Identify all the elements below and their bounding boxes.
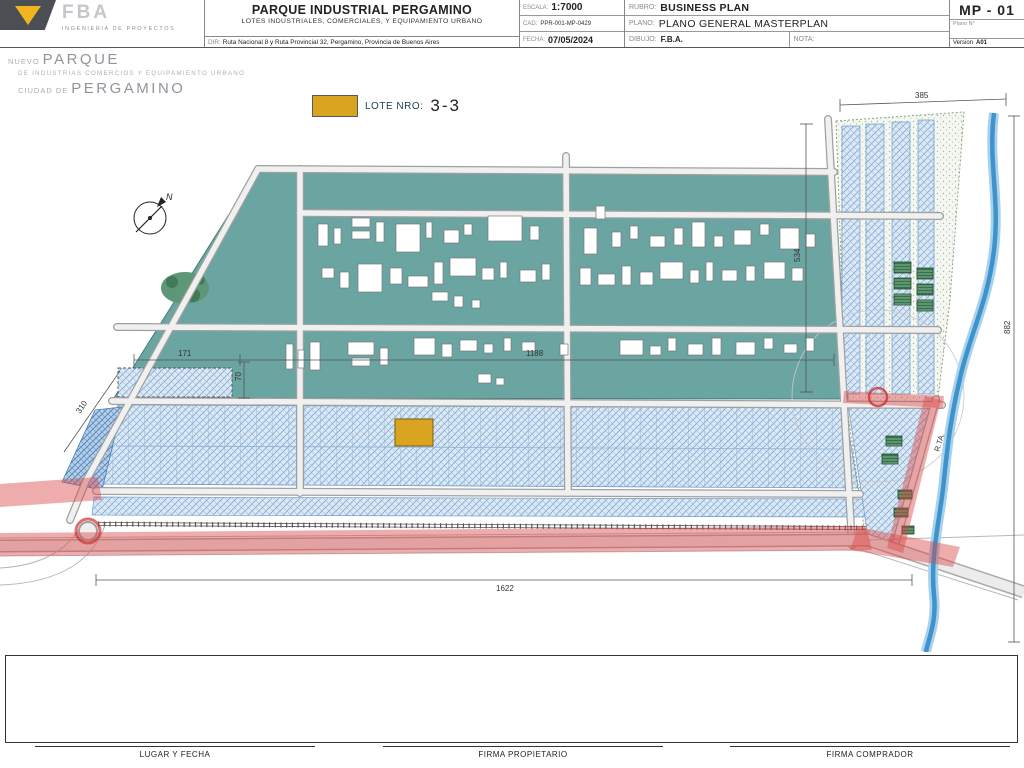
sheet-number: MP - 01 (950, 0, 1024, 20)
watermark-nuevo: NUEVO (8, 57, 40, 66)
title-block: FBA INGENIERIA DE PROYECTOS PARQUE INDUS… (0, 0, 1024, 48)
logo-brand: FBA (62, 2, 175, 24)
project-title-cell: PARQUE INDUSTRIAL PERGAMINO LOTES INDUST… (205, 0, 520, 47)
lot-legend-label: LOTE NRO: (365, 101, 423, 112)
industrial-zone (114, 168, 848, 399)
dim-1622: 1622 (496, 584, 514, 593)
north-compass-icon: N (134, 192, 173, 234)
dibujo-nota-row: DIBUJO: F.B.A. NOTA: (625, 32, 949, 47)
plano-label: PLANO: (629, 20, 655, 27)
dir-value: Ruta Nacional 8 y Ruta Provincial 32, Pe… (223, 39, 440, 46)
lot-legend: LOTE NRO: 3-3 (312, 95, 461, 117)
dim-882: 882 (1003, 320, 1012, 334)
dibujo-label: DIBUJO: (629, 36, 657, 43)
project-address: DIR:Ruta Nacional 8 y Ruta Provincial 32… (205, 36, 519, 47)
project-watermark: NUEVOPARQUE DE INDUSTRIAS COMERCIOS Y EQ… (8, 51, 245, 98)
info-cell: RUBRO: BUSINESS PLAN PLANO: PLANO GENERA… (625, 0, 950, 47)
dim-385: 385 (915, 91, 929, 100)
project-subtitle: LOTES INDUSTRIALES, COMERCIALES, Y EQUIP… (205, 18, 519, 25)
rubro-value: BUSINESS PLAN (660, 2, 749, 14)
lot-color-swatch (312, 95, 358, 117)
cad-value: PPR-001-MP-0429 (540, 21, 591, 27)
nota-half: NOTA: (789, 32, 950, 47)
signature-line-lugar-fecha: LUGAR Y FECHA (35, 746, 315, 759)
project-title: PARQUE INDUSTRIAL PERGAMINO (205, 0, 519, 17)
version-value: A01 (976, 40, 987, 46)
masterplan-sheet: FBA INGENIERIA DE PROYECTOS PARQUE INDUS… (0, 0, 1024, 768)
dibujo-value: F.B.A. (661, 35, 683, 44)
logo-block: FBA INGENIERIA DE PROYECTOS (0, 0, 205, 47)
watermark-line3: CIUDAD DEPERGAMINO (18, 80, 245, 98)
dim-1188: 1188 (526, 349, 544, 358)
dim-310: 310 (74, 399, 89, 416)
sheet-version-row: Version A01 (950, 38, 1024, 47)
highlight-lot-3-3 (395, 419, 433, 446)
fecha-value: 07/05/2024 (548, 35, 593, 45)
signature-line-comprador: FIRMA COMPRADOR (730, 746, 1010, 759)
watermark-ciudad-de: CIUDAD DE (18, 86, 68, 95)
sheet-cell: MP - 01 Plano N° Version A01 (950, 0, 1024, 47)
signature-box (5, 655, 1018, 743)
fecha-label: FECHA: (523, 37, 545, 43)
scale-row: ESCALA: 1:7000 (520, 0, 624, 16)
signature-line-propietario: FIRMA PROPIETARIO (383, 746, 663, 759)
fba-logo-icon (0, 0, 56, 30)
cad-row: CAD: PPR-001-MP-0429 (520, 16, 624, 32)
rubro-row: RUBRO: BUSINESS PLAN (625, 0, 949, 16)
escala-value: 1:7000 (551, 2, 582, 13)
nota-label: NOTA: (794, 36, 815, 43)
plano-row: PLANO: PLANO GENERAL MASTERPLAN (625, 16, 949, 32)
dibujo-half: DIBUJO: F.B.A. (625, 32, 785, 47)
watermark-pergamino: PERGAMINO (71, 80, 185, 97)
lot-legend-value: 3-3 (430, 96, 461, 116)
cad-label: CAD: (523, 21, 537, 27)
watermark-line2: DE INDUSTRIAS COMERCIOS Y EQUIPAMIENTO U… (18, 70, 245, 77)
logo-tagline: INGENIERIA DE PROYECTOS (62, 26, 175, 32)
sheet-plano-n-label: Plano N° (950, 20, 1024, 28)
plano-value: PLANO GENERAL MASTERPLAN (659, 18, 829, 30)
dim-70: 70 (234, 372, 243, 381)
version-label: Version (953, 40, 973, 46)
fecha-row: FECHA: 07/05/2024 (520, 32, 624, 47)
dim-171: 171 (178, 349, 192, 358)
meta-cell: ESCALA: 1:7000 CAD: PPR-001-MP-0429 FECH… (520, 0, 625, 47)
watermark-line1: NUEVOPARQUE (8, 51, 245, 69)
escala-label: ESCALA: (523, 5, 548, 11)
dir-label: DIR: (208, 39, 221, 46)
site-plan: N 385 534 882 171 70 1188 310 1622 R.TA. (0, 48, 1024, 652)
rubro-label: RUBRO: (629, 4, 656, 11)
dim-534: 534 (793, 248, 802, 262)
watermark-parque: PARQUE (43, 51, 120, 68)
north-label: N (166, 192, 173, 202)
